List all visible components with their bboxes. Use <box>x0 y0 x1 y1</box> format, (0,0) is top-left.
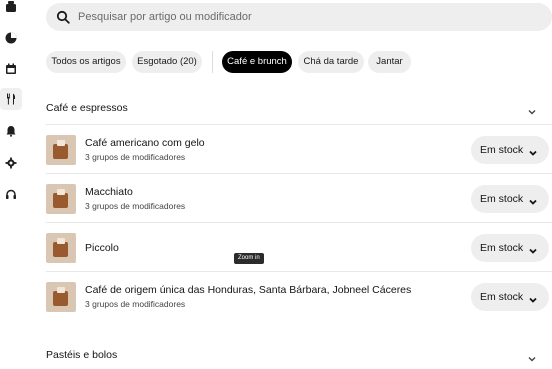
settings-icon[interactable] <box>4 156 18 170</box>
stock-status-dropdown[interactable]: Em stock <box>471 283 549 311</box>
search-input[interactable]: Pesquisar por artigo ou modificador <box>78 11 252 23</box>
item-name: Café americano com gelo <box>85 137 205 149</box>
search-bar[interactable]: Pesquisar por artigo ou modificador <box>46 3 552 31</box>
item-thumbnail <box>46 282 76 312</box>
chevron-down-icon[interactable] <box>527 351 537 362</box>
item-modifiers: 3 grupos de modificadores <box>85 201 186 211</box>
analytics-icon[interactable] <box>4 31 18 45</box>
item-name: Café de origem única das Honduras, Santa… <box>85 284 412 296</box>
section-title-cafe-e-espressos: Café e espressos <box>46 102 128 114</box>
menu-item-row[interactable]: Café americano com gelo 3 grupos de modi… <box>46 125 552 173</box>
item-modifiers: 3 grupos de modificadores <box>85 299 186 309</box>
stock-status-label: Em stock <box>480 144 524 156</box>
stock-status-dropdown[interactable]: Em stock <box>471 136 549 164</box>
item-thumbnail <box>46 184 76 214</box>
section-title-pasteis-e-bolos: Pastéis e bolos <box>46 349 118 361</box>
item-modifiers: 3 grupos de modificadores <box>85 152 186 162</box>
menu-item-row[interactable]: Café de origem única das Honduras, Santa… <box>46 272 552 320</box>
menu-item-row[interactable]: Macchiato 3 grupos de modificadores Em s… <box>46 174 552 222</box>
chevron-down-icon[interactable] <box>527 104 537 115</box>
support-icon[interactable] <box>4 188 18 202</box>
zoom-in-tooltip: Zoom in <box>234 253 264 264</box>
store-icon[interactable] <box>4 0 18 14</box>
chevron-down-icon <box>528 292 538 303</box>
chip-cha-da-tarde[interactable]: Chá da tarde <box>298 51 364 73</box>
notifications-icon[interactable] <box>4 124 18 138</box>
chip-todos-os-artigos[interactable]: Todos os artigos <box>46 51 126 73</box>
chip-jantar[interactable]: Jantar <box>368 51 411 73</box>
stock-status-dropdown[interactable]: Em stock <box>471 185 549 213</box>
stock-status-dropdown[interactable]: Em stock <box>471 234 549 262</box>
chevron-down-icon <box>528 243 538 254</box>
item-thumbnail <box>46 135 76 165</box>
side-rail <box>0 0 22 368</box>
chevron-down-icon <box>528 194 538 205</box>
stock-status-label: Em stock <box>480 291 524 303</box>
chip-cafe-e-brunch[interactable]: Café e brunch <box>222 51 292 73</box>
chip-divider <box>212 51 213 73</box>
chevron-down-icon <box>528 145 538 156</box>
search-icon <box>56 10 70 24</box>
item-name: Macchiato <box>85 186 133 198</box>
stock-status-label: Em stock <box>480 193 524 205</box>
calendar-icon[interactable] <box>4 62 18 76</box>
item-thumbnail <box>46 233 76 263</box>
stock-status-label: Em stock <box>480 242 524 254</box>
menu-icon[interactable] <box>0 88 22 110</box>
menu-item-row[interactable]: Piccolo Em stock <box>46 223 552 271</box>
chip-esgotado[interactable]: Esgotado (20) <box>132 51 202 73</box>
item-name: Piccolo <box>85 242 119 254</box>
